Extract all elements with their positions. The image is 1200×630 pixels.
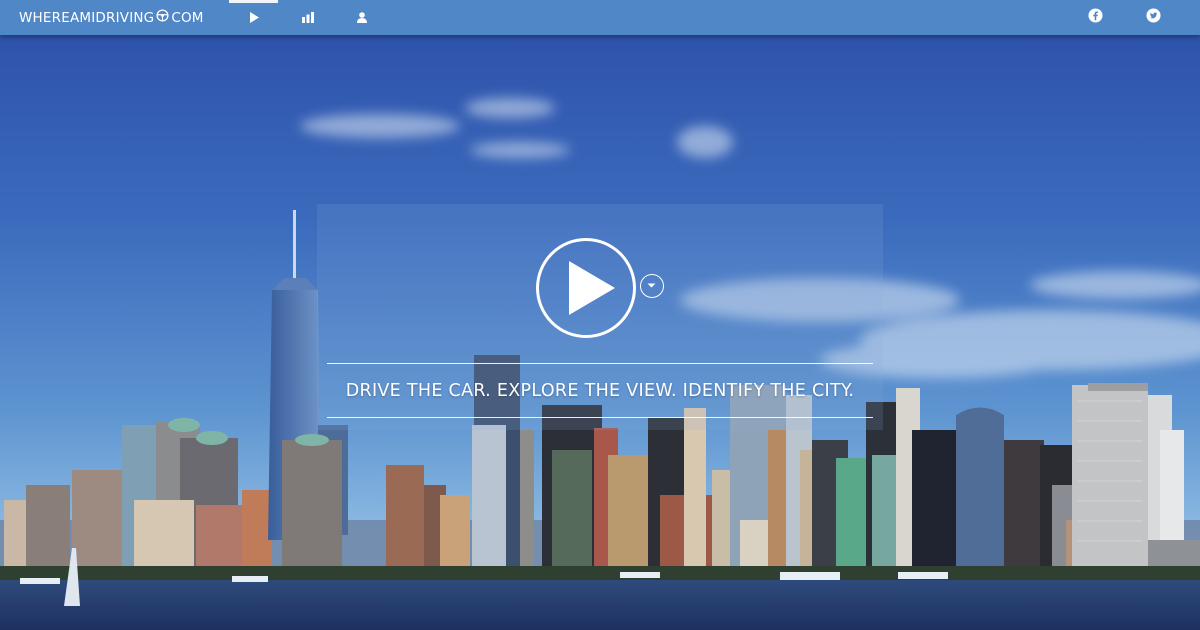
twitter-link[interactable] [1138,0,1168,35]
brand-name-right: COM [171,9,204,26]
twitter-icon [1145,8,1161,27]
top-navigation-bar: WHEREAMIDRIVING COM [0,0,1200,35]
play-icon [249,8,259,27]
nav-profile[interactable] [337,0,386,35]
nav-stats[interactable] [283,0,332,35]
bar-chart-icon [301,8,314,27]
nav-play[interactable] [229,0,278,35]
tagline-box: DRIVE THE CAR. EXPLORE THE VIEW. IDENTIF… [327,363,873,418]
hero-panel: DRIVE THE CAR. EXPLORE THE VIEW. IDENTIF… [317,204,883,430]
brand-name-left: WHEREAMIDRIVING [19,9,155,26]
facebook-icon [1087,8,1103,27]
more-options-button[interactable] [640,274,664,298]
user-icon [356,8,367,27]
site-logo[interactable]: WHEREAMIDRIVING COM [19,9,204,26]
steering-wheel-icon [156,9,169,26]
hero-tagline: DRIVE THE CAR. EXPLORE THE VIEW. IDENTIF… [345,380,855,401]
facebook-link[interactable] [1080,0,1110,35]
play-button[interactable] [536,238,636,338]
